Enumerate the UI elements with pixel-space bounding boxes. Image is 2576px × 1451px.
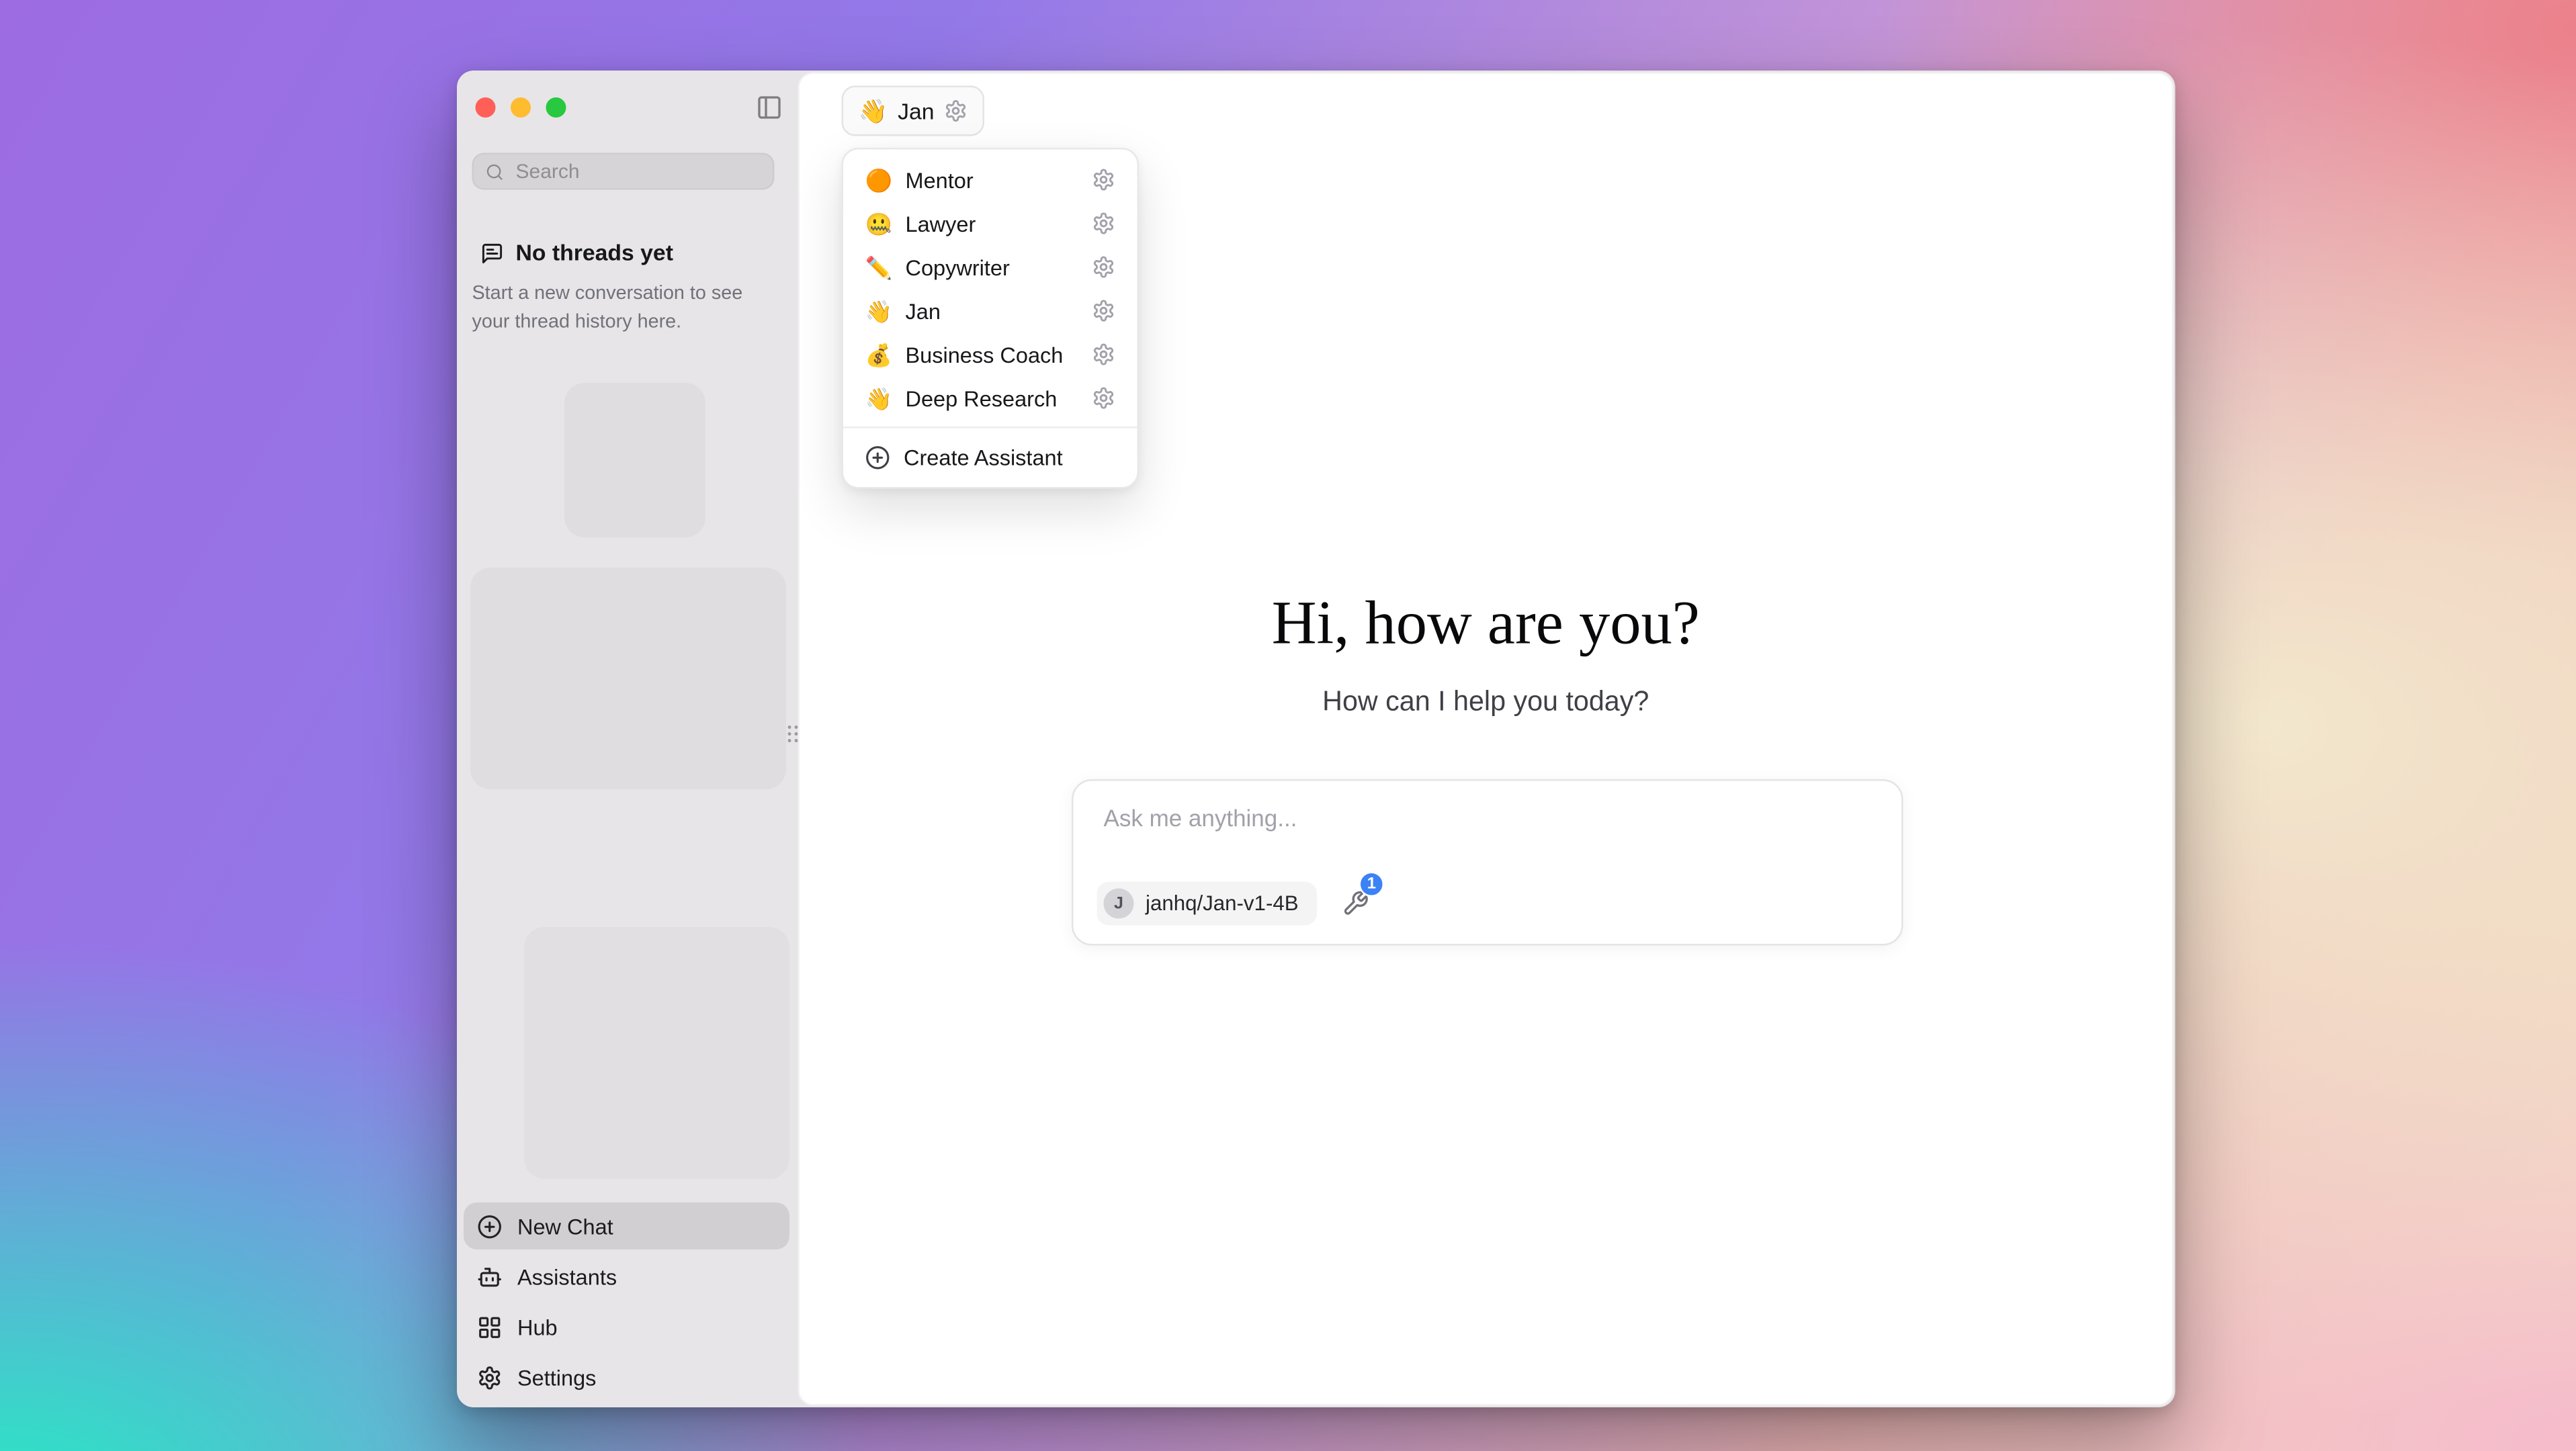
chat-input[interactable] xyxy=(1101,803,1875,833)
search-icon xyxy=(486,162,505,181)
plus-circle-icon xyxy=(477,1213,503,1239)
search-box[interactable] xyxy=(472,153,775,190)
assistant-menu-item-mentor[interactable]: 🟠 Mentor xyxy=(852,158,1129,202)
assistant-emoji: 🟠 xyxy=(865,169,892,191)
gear-icon[interactable] xyxy=(1092,255,1115,279)
chat-bubble-icon xyxy=(480,241,504,265)
minimize-window-button[interactable] xyxy=(511,97,531,118)
sidebar-item-label: Assistants xyxy=(517,1264,617,1289)
sidebar-nav: New Chat Assistants Hub Settings xyxy=(464,1199,789,1401)
create-assistant-button[interactable]: Create Assistant xyxy=(852,435,1129,479)
assistant-menu-item-jan[interactable]: 👋 Jan xyxy=(852,289,1129,333)
assistant-dropdown-menu: 🟠 Mentor 🤐 Lawyer ✏️ Copywriter 👋 Jan xyxy=(842,148,1140,489)
model-avatar: J xyxy=(1104,889,1134,919)
assistant-emoji: 👋 xyxy=(859,99,888,123)
close-window-button[interactable] xyxy=(476,97,496,118)
empty-threads-title-row: No threads yet xyxy=(472,240,783,266)
tools-count-badge: 1 xyxy=(1359,872,1385,897)
panel-left-icon xyxy=(756,94,783,121)
gear-icon[interactable] xyxy=(1092,168,1115,191)
gear-icon[interactable] xyxy=(1092,343,1115,366)
zoom-window-button[interactable] xyxy=(546,97,566,118)
robot-icon xyxy=(477,1264,503,1289)
assistant-selector-button[interactable]: 👋 Jan xyxy=(842,86,985,136)
greeting-subtitle: How can I help you today? xyxy=(800,684,2172,721)
assistant-menu-item-deep-research[interactable]: 👋 Deep Research xyxy=(852,376,1129,420)
assistant-emoji: 👋 xyxy=(865,387,892,409)
model-name: janhq/Jan-v1-4B xyxy=(1146,892,1299,916)
sidebar-toggle-button[interactable] xyxy=(756,94,783,121)
sidebar-item-assistants[interactable]: Assistants xyxy=(464,1253,789,1300)
gear-icon[interactable] xyxy=(1092,299,1115,322)
tools-button[interactable]: 1 xyxy=(1342,890,1369,917)
model-selector-button[interactable]: J janhq/Jan-v1-4B xyxy=(1097,882,1318,926)
grid-icon xyxy=(477,1314,503,1339)
empty-threads-state: No threads yet Start a new conversation … xyxy=(472,240,783,339)
composer-toolbar: J janhq/Jan-v1-4B 1 xyxy=(1097,882,1369,926)
sidebar-resize-handle[interactable] xyxy=(788,726,798,742)
sidebar-item-label: Hub xyxy=(517,1314,558,1339)
sidebar-item-label: Settings xyxy=(517,1364,596,1390)
gear-icon[interactable] xyxy=(1092,386,1115,410)
assistant-emoji: ✏️ xyxy=(865,256,892,278)
assistant-menu-item-lawyer[interactable]: 🤐 Lawyer xyxy=(852,202,1129,245)
sidebar-item-hub[interactable]: Hub xyxy=(464,1303,789,1350)
empty-threads-description: Start a new conversation to see your thr… xyxy=(472,281,768,339)
sidebar-item-new-chat[interactable]: New Chat xyxy=(464,1202,789,1249)
window-controls xyxy=(476,97,566,118)
gear-icon[interactable] xyxy=(1092,212,1115,235)
plus-circle-icon xyxy=(865,444,891,470)
gear-icon xyxy=(477,1364,503,1390)
assistant-emoji: 👋 xyxy=(865,300,892,322)
sidebar-item-label: New Chat xyxy=(517,1213,613,1239)
assistant-emoji: 🤐 xyxy=(865,212,892,234)
sidebar-item-settings[interactable]: Settings xyxy=(464,1354,789,1401)
sidebar-ghost-shape xyxy=(470,568,786,789)
assistant-menu-item-business-coach[interactable]: 💰 Business Coach xyxy=(852,333,1129,376)
greeting-title: Hi, how are you? xyxy=(800,588,2172,660)
sidebar: No threads yet Start a new conversation … xyxy=(457,71,798,1407)
search-input[interactable] xyxy=(513,158,761,185)
gear-icon[interactable] xyxy=(945,99,968,123)
empty-threads-title: No threads yet xyxy=(516,240,673,266)
desktop-background: No threads yet Start a new conversation … xyxy=(0,0,2576,1451)
chat-composer[interactable]: J janhq/Jan-v1-4B 1 xyxy=(1072,779,1903,946)
assistant-emoji: 💰 xyxy=(865,343,892,365)
sidebar-ghost-shape xyxy=(524,927,789,1179)
assistant-name: Jan xyxy=(898,98,934,124)
sidebar-ghost-shape xyxy=(564,383,705,537)
jan-app-window: No threads yet Start a new conversation … xyxy=(457,71,2176,1407)
main-panel: 👋 Jan 🟠 Mentor 🤐 Lawyer ✏️ Copywriter xyxy=(798,73,2174,1406)
menu-divider xyxy=(843,427,1137,429)
assistant-menu-item-copywriter[interactable]: ✏️ Copywriter xyxy=(852,245,1129,289)
